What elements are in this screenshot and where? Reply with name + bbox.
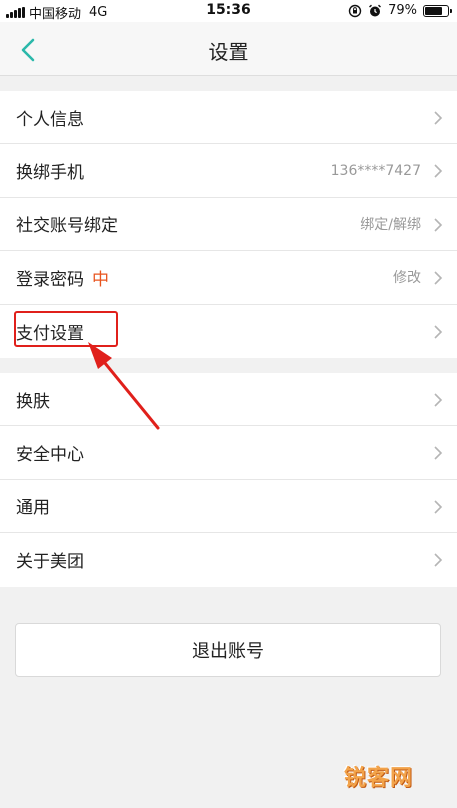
row-social-accounts[interactable]: 社交账号绑定 绑定/解绑 [0, 198, 457, 252]
battery-percent: 79% [388, 3, 417, 18]
settings-group-general: 换肤 安全中心 通用 关于美团 [0, 373, 457, 587]
logout-button[interactable]: 退出账号 [15, 623, 441, 677]
chevron-right-icon [434, 164, 443, 178]
row-personal-info[interactable]: 个人信息 [0, 91, 457, 145]
chevron-right-icon [434, 324, 443, 339]
row-payment-settings[interactable]: 支付设置 [0, 305, 457, 358]
row-label: 个人信息 [16, 109, 84, 130]
row-label: 支付设置 [16, 323, 84, 344]
chevron-right-icon [434, 271, 443, 285]
row-value: 136****7427 [330, 162, 421, 179]
settings-group-account: 个人信息 换绑手机 136****7427 社交账号绑定 绑定/解绑 登录密码 … [0, 91, 457, 358]
rotation-lock-icon [348, 4, 362, 17]
watermark-logo: 锐客网 [343, 766, 413, 791]
battery-icon [423, 4, 452, 17]
row-security-center[interactable]: 安全中心 [0, 426, 457, 480]
row-change-phone[interactable]: 换绑手机 136****7427 [0, 144, 457, 198]
chevron-right-icon [434, 500, 443, 514]
chevron-right-icon [434, 111, 443, 125]
row-label: 登录密码 [16, 269, 84, 290]
battery-fill [425, 6, 443, 15]
row-value: 修改 [393, 270, 421, 287]
row-login-password[interactable]: 登录密码 中 修改 [0, 251, 457, 305]
row-label: 社交账号绑定 [16, 216, 118, 237]
row-label: 换绑手机 [16, 163, 84, 184]
row-label: 换肤 [16, 391, 50, 412]
chevron-right-icon [434, 553, 443, 567]
row-about[interactable]: 关于美团 [0, 533, 457, 586]
chevron-right-icon [434, 218, 443, 232]
row-general[interactable]: 通用 [0, 480, 457, 534]
alarm-icon [369, 4, 382, 16]
page-title: 设置 [208, 40, 249, 64]
row-skin[interactable]: 换肤 [0, 373, 457, 427]
row-label: 安全中心 [16, 445, 84, 466]
password-strength-badge: 中 [92, 269, 109, 290]
status-right: 79% [348, 3, 452, 18]
row-label: 关于美团 [16, 552, 84, 573]
chevron-right-icon [434, 446, 443, 460]
chevron-right-icon [434, 393, 443, 407]
nav-bar: 设置 [0, 22, 457, 76]
status-bar: 中国移动 4G 15:36 79% [0, 0, 457, 22]
row-value: 绑定/解绑 [360, 216, 421, 233]
row-label: 通用 [16, 498, 50, 519]
